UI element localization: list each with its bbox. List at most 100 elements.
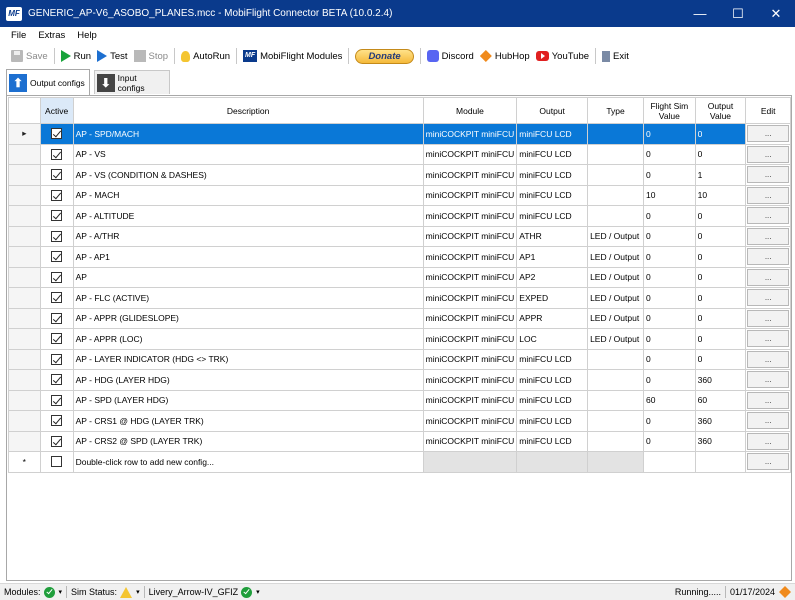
active-cell[interactable] (39, 328, 74, 350)
row-marker[interactable] (8, 164, 41, 186)
table-row[interactable]: AP - MACH miniCOCKPIT miniFCU miniFCU LCD 1… (8, 184, 791, 206)
description-cell[interactable]: AP - A/THR (72, 225, 424, 247)
table-row[interactable]: AP - VS miniCOCKPIT miniFCU miniFCU LCD 0 0.… (8, 143, 791, 165)
active-cell[interactable] (39, 143, 74, 165)
output-cell[interactable]: APPR (516, 307, 589, 329)
description-cell[interactable]: AP - VS (CONDITION & DASHES) (72, 164, 424, 186)
header-description[interactable]: Description (72, 97, 424, 124)
active-cell[interactable] (39, 205, 74, 227)
autorun-button[interactable]: AutoRun (178, 46, 233, 66)
module-cell[interactable]: miniCOCKPIT miniFCU (422, 348, 518, 370)
module-cell[interactable]: miniCOCKPIT miniFCU (422, 266, 518, 288)
close-button[interactable]: ✕ (757, 0, 795, 27)
output-cell[interactable]: EXPED (516, 287, 589, 309)
row-marker[interactable] (8, 143, 41, 165)
edit-button[interactable]: ... (747, 289, 789, 307)
row-marker[interactable] (8, 410, 41, 432)
active-checkbox[interactable] (51, 394, 63, 406)
description-cell[interactable]: AP - FLC (ACTIVE) (72, 287, 424, 309)
module-cell[interactable]: miniCOCKPIT miniFCU (422, 369, 518, 391)
output-cell[interactable]: miniFCU LCD (516, 205, 589, 227)
active-checkbox[interactable] (51, 456, 63, 468)
row-marker[interactable] (8, 328, 41, 350)
header-module[interactable]: Module (422, 97, 518, 124)
table-row[interactable]: AP - APPR (LOC) miniCOCKPIT miniFCU LOC LED… (8, 328, 791, 350)
module-cell[interactable]: miniCOCKPIT miniFCU (422, 225, 518, 247)
table-row[interactable]: AP - AP1 miniCOCKPIT miniFCU AP1 LED / Outp… (8, 246, 791, 268)
row-marker[interactable] (8, 246, 41, 268)
new-config-description[interactable]: Double-click row to add new config... (72, 451, 424, 473)
description-cell[interactable]: AP - CRS1 @ HDG (LAYER TRK) (72, 410, 424, 432)
active-checkbox[interactable] (51, 312, 63, 324)
output-cell[interactable]: LOC (516, 328, 589, 350)
output-cell[interactable]: miniFCU LCD (516, 348, 589, 370)
type-cell[interactable]: LED / Output (587, 266, 645, 288)
new-config-row[interactable]: * Double-click row to add new config.....… (8, 451, 791, 473)
output-cell[interactable] (516, 451, 589, 473)
modules-status[interactable]: Modules: ▾ (0, 586, 66, 598)
type-cell[interactable] (587, 430, 645, 452)
menu-help[interactable]: Help (71, 30, 103, 41)
active-checkbox[interactable] (51, 169, 63, 181)
type-cell[interactable] (587, 123, 645, 145)
row-marker[interactable] (8, 348, 41, 370)
edit-button[interactable]: ... (747, 330, 789, 348)
tab-output-configs[interactable]: ⬆ Output configs (6, 69, 90, 95)
table-row[interactable]: AP - CRS1 @ HDG (LAYER TRK) miniCOCKPIT m… (8, 410, 791, 432)
type-cell[interactable]: LED / Output (587, 328, 645, 350)
type-cell[interactable]: LED / Output (587, 287, 645, 309)
type-cell[interactable] (587, 369, 645, 391)
active-cell[interactable] (39, 307, 74, 329)
header-flight-sim-value[interactable]: Flight Sim Value (643, 97, 696, 124)
active-checkbox[interactable] (51, 374, 63, 386)
description-cell[interactable]: AP - APPR (LOC) (72, 328, 424, 350)
output-cell[interactable]: miniFCU LCD (516, 369, 589, 391)
type-cell[interactable] (587, 451, 645, 473)
module-cell[interactable]: miniCOCKPIT miniFCU (422, 430, 518, 452)
type-cell[interactable] (587, 205, 645, 227)
edit-button[interactable]: ... (747, 227, 789, 245)
edit-button[interactable]: ... (747, 412, 789, 430)
type-cell[interactable]: LED / Output (587, 225, 645, 247)
edit-button[interactable]: ... (747, 371, 789, 389)
menu-extras[interactable]: Extras (32, 30, 71, 41)
row-marker[interactable] (8, 287, 41, 309)
edit-button[interactable]: ... (747, 145, 789, 163)
type-cell[interactable] (587, 348, 645, 370)
row-marker[interactable]: * (8, 451, 41, 473)
output-cell[interactable]: miniFCU LCD (516, 430, 589, 452)
description-cell[interactable]: AP - VS (72, 143, 424, 165)
description-cell[interactable]: AP - APPR (GLIDESLOPE) (72, 307, 424, 329)
discord-button[interactable]: Discord (424, 46, 477, 66)
donate-button[interactable]: Donate (352, 46, 416, 66)
module-cell[interactable] (422, 451, 518, 473)
row-marker[interactable]: ▸ (8, 123, 41, 145)
description-cell[interactable]: AP - MACH (72, 184, 424, 206)
exit-button[interactable]: Exit (599, 46, 632, 66)
active-checkbox[interactable] (51, 189, 63, 201)
test-button[interactable]: Test (94, 46, 130, 66)
type-cell[interactable] (587, 389, 645, 411)
header-active[interactable]: Active (39, 97, 74, 124)
tab-input-configs[interactable]: ⬇ Input configs (94, 70, 170, 94)
active-cell[interactable] (39, 410, 74, 432)
active-cell[interactable] (39, 451, 74, 473)
header-type[interactable]: Type (587, 97, 645, 124)
module-cell[interactable]: miniCOCKPIT miniFCU (422, 389, 518, 411)
active-cell[interactable] (39, 287, 74, 309)
description-cell[interactable]: AP - HDG (LAYER HDG) (72, 369, 424, 391)
edit-button[interactable]: ... (747, 350, 789, 368)
module-cell[interactable]: miniCOCKPIT miniFCU (422, 143, 518, 165)
active-checkbox[interactable] (51, 353, 63, 365)
description-cell[interactable]: AP - ALTITUDE (72, 205, 424, 227)
description-cell[interactable]: AP - AP1 (72, 246, 424, 268)
active-checkbox[interactable] (51, 292, 63, 304)
type-cell[interactable] (587, 184, 645, 206)
row-marker[interactable] (8, 369, 41, 391)
active-cell[interactable] (39, 266, 74, 288)
table-row[interactable]: AP - APPR (GLIDESLOPE) miniCOCKPIT miniFC… (8, 307, 791, 329)
edit-button[interactable]: ... (747, 391, 789, 409)
description-cell[interactable]: AP - SPD (LAYER HDG) (72, 389, 424, 411)
table-row[interactable]: AP miniCOCKPIT miniFCU AP2 LED / Output 0 0..… (8, 266, 791, 288)
aircraft-status[interactable]: Livery_Arrow-IV_GFIZ ▾ (145, 586, 264, 598)
